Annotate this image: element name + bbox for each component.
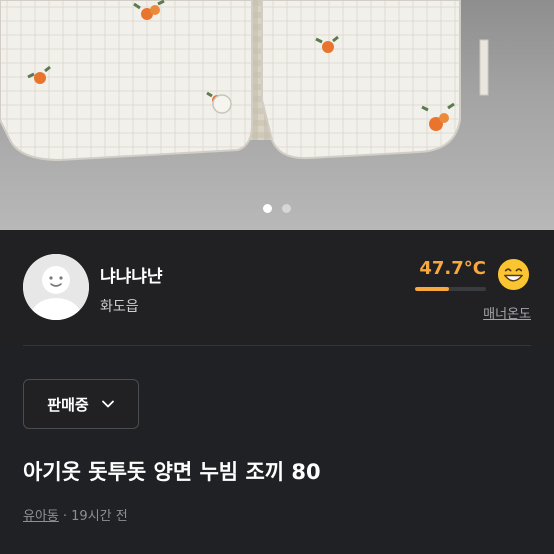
posted-time: · 19시간 전 bbox=[62, 509, 128, 524]
category-link[interactable]: 유아동 bbox=[23, 505, 59, 524]
manner-temperature: 47.7°C bbox=[419, 258, 486, 279]
manner-temperature-fill bbox=[415, 287, 449, 291]
quilted-vest-image bbox=[0, 0, 489, 162]
seller-name[interactable]: 냐냐냐냔 bbox=[100, 262, 163, 287]
sale-status-dropdown[interactable]: 판매중 bbox=[23, 379, 139, 429]
seller-profile[interactable]: 냐냐냐냔 화도읍 47.7°C 매너온도 bbox=[0, 230, 554, 346]
grinning-face-icon bbox=[497, 258, 530, 291]
avatar[interactable] bbox=[23, 254, 89, 320]
product-title: 아기옷 돗투돗 양면 누빔 조끼 80 bbox=[23, 460, 321, 484]
divider bbox=[23, 345, 531, 346]
sale-status-label: 판매중 bbox=[47, 395, 89, 414]
carousel-dot-1[interactable] bbox=[263, 204, 272, 213]
carousel-indicator bbox=[0, 204, 554, 213]
chevron-down-icon bbox=[101, 400, 114, 408]
manner-temperature-bar bbox=[415, 287, 486, 291]
product-meta: 유아동 · 19시간 전 bbox=[23, 505, 128, 524]
carousel-dot-2[interactable] bbox=[282, 204, 291, 213]
seller-region: 화도읍 bbox=[100, 299, 139, 315]
manner-temperature-link[interactable]: 매너온도 bbox=[483, 303, 531, 322]
product-photo[interactable] bbox=[0, 0, 554, 230]
default-avatar-icon bbox=[23, 254, 89, 320]
